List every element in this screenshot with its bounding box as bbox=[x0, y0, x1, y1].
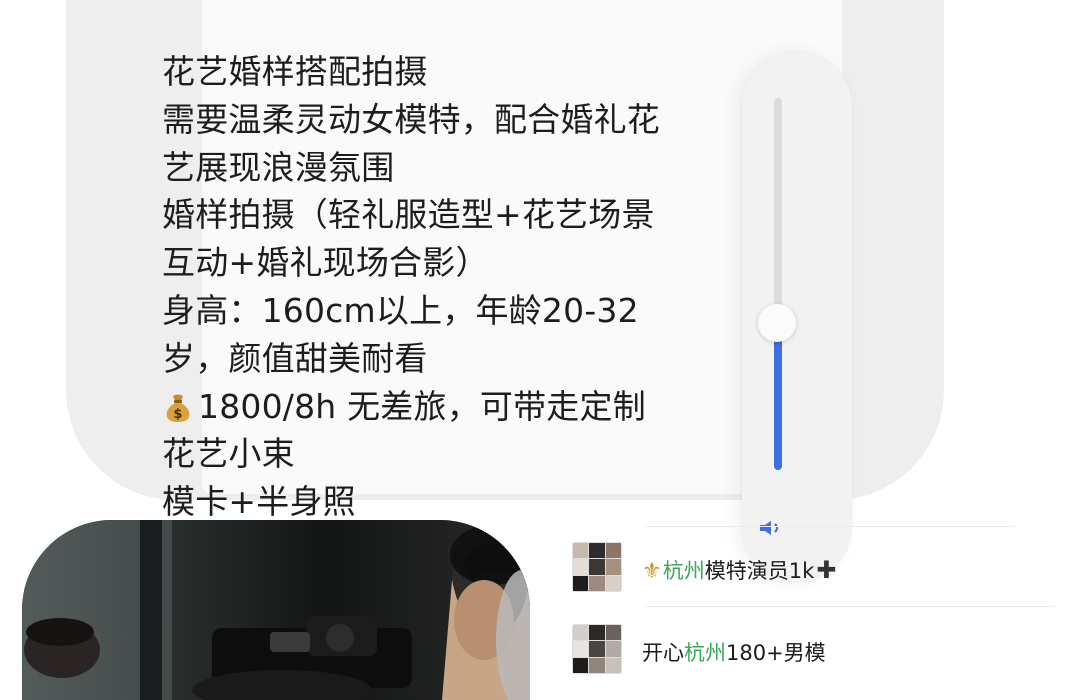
message-line: 花艺小束 bbox=[162, 434, 295, 474]
list-divider bbox=[645, 526, 1015, 527]
message-line: 岁，颜值甜美耐看 bbox=[162, 338, 428, 378]
svg-text:$: $ bbox=[173, 407, 182, 422]
fleur-de-lis-icon: ⚜ bbox=[642, 559, 662, 584]
message-line: 模卡+半身照 bbox=[162, 482, 356, 522]
group-name-rest: 模特演员1k bbox=[704, 559, 815, 583]
volume-slider-fill bbox=[774, 325, 782, 470]
group-name-rest: 180+男模 bbox=[726, 641, 826, 665]
group-name-highlight: 杭州 bbox=[684, 641, 726, 665]
group-avatar bbox=[572, 542, 622, 592]
plus-icon: ✚ bbox=[816, 556, 837, 584]
volume-slider-knob[interactable] bbox=[758, 304, 796, 342]
message-line: 艺展现浪漫氛围 bbox=[162, 147, 395, 187]
list-item[interactable]: ⚜杭州模特演员1k✚ bbox=[572, 542, 1072, 594]
photo-image bbox=[22, 520, 530, 700]
group-name: 开心杭州180+男模 bbox=[642, 637, 826, 667]
message-line: 婚样拍摄（轻礼服造型+花艺场景 bbox=[162, 195, 655, 235]
list-item[interactable]: 开心杭州180+男模 bbox=[572, 624, 1072, 676]
message-line: 需要温柔灵动女模特，配合婚礼花 bbox=[162, 99, 660, 139]
group-avatar bbox=[572, 624, 622, 674]
group-name-highlight: 杭州 bbox=[662, 559, 705, 583]
group-name-prefix: 开心 bbox=[642, 641, 684, 665]
photo-thumbnail[interactable] bbox=[22, 520, 530, 700]
message-line-pay: $ 1800/8h 无差旅，可带走定制 bbox=[162, 383, 762, 431]
message-line: 互动+婚礼现场合影） bbox=[162, 243, 489, 283]
message-line: 身高：160cm以上，年龄20-32 bbox=[162, 290, 639, 330]
money-bag-icon: $ bbox=[166, 394, 190, 422]
list-divider bbox=[645, 606, 1055, 607]
message-text: 花艺婚样搭配拍摄 需要温柔灵动女模特，配合婚礼花 艺展现浪漫氛围 婚样拍摄（轻礼… bbox=[162, 48, 762, 526]
pay-text: 1800/8h 无差旅，可带走定制 bbox=[198, 386, 646, 426]
chat-list: ⚜杭州模特演员1k✚ 开心杭州180+男模 bbox=[560, 520, 1080, 674]
message-line: 花艺婚样搭配拍摄 bbox=[162, 52, 428, 91]
group-name: ⚜杭州模特演员1k✚ bbox=[642, 555, 836, 585]
